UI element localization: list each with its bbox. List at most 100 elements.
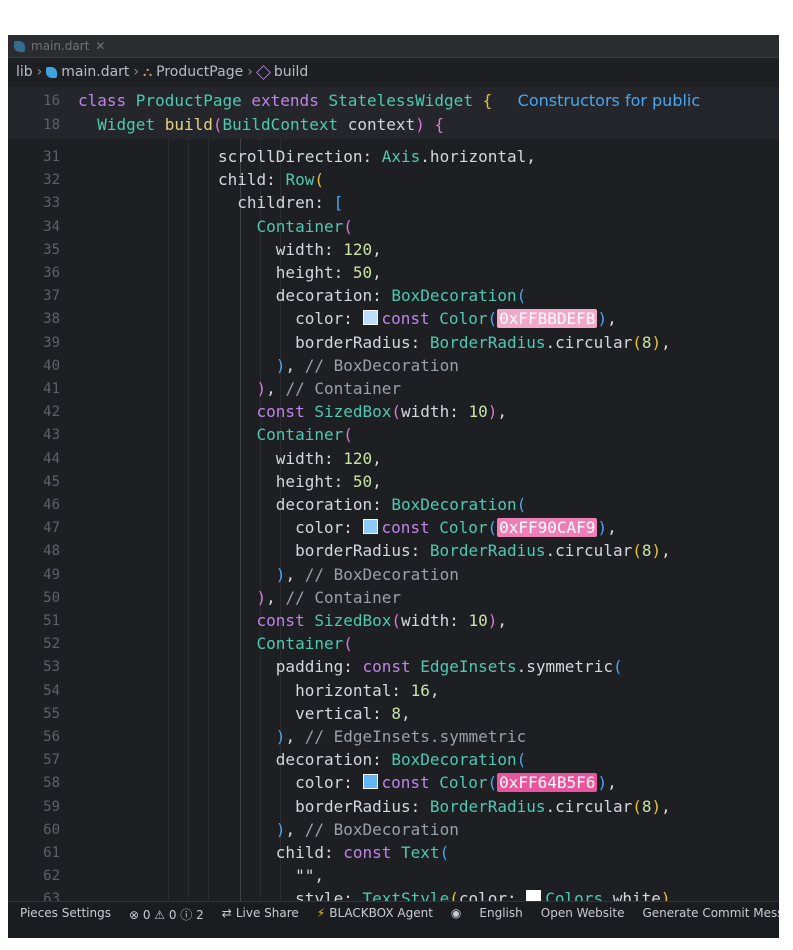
codelens-hint[interactable]: Constructors for public — [492, 91, 701, 110]
code-line[interactable]: 39 borderRadius: BorderRadius.circular(8… — [8, 331, 779, 355]
sticky-scroll-header: 16 class ProductPage extends StatelessWid… — [8, 87, 779, 139]
status-language[interactable]: English — [479, 906, 522, 920]
code-line[interactable]: 51 const SizedBox(width: 10), — [8, 609, 779, 633]
breadcrumb-class[interactable]: ProductPage — [156, 64, 243, 80]
line-number: 47 — [43, 520, 60, 537]
code-token: 120 — [343, 239, 373, 259]
status-generate[interactable]: Generate Commit Message — [642, 906, 779, 920]
code-token: // BoxDecoration — [304, 564, 459, 584]
chevron-right-icon: › — [247, 64, 253, 80]
line-number: 40 — [43, 357, 60, 374]
code-token: extends — [251, 91, 329, 110]
color-swatch[interactable] — [362, 774, 378, 790]
code-token: width: — [218, 239, 344, 259]
breadcrumb-file[interactable]: main.dart — [61, 64, 129, 80]
code-line[interactable]: 53 padding: const EdgeInsets.symmetric( — [8, 655, 779, 679]
color-swatch[interactable] — [362, 519, 378, 535]
line-code: borderRadius: BorderRadius.circular(8), — [218, 795, 671, 819]
code-line[interactable]: 41 ), // Container — [8, 377, 779, 401]
code-line[interactable]: 62 "", — [8, 864, 779, 888]
code-token: Row — [285, 170, 315, 190]
dart-file-icon — [14, 40, 25, 52]
code-line[interactable]: 42 const SizedBox(width: 10), — [8, 400, 779, 424]
code-line[interactable]: 35 width: 120, — [8, 238, 779, 262]
code-token: children: — [218, 193, 334, 213]
code-line[interactable]: 52 Container( — [8, 632, 779, 656]
status-live-share[interactable]: ⇄ Live Share — [222, 906, 299, 920]
code-line[interactable]: 36 height: 50, — [8, 261, 779, 285]
breadcrumb-lib[interactable]: lib — [16, 64, 33, 80]
status-open-website[interactable]: Open Website — [541, 906, 625, 920]
code-token: Color — [439, 309, 488, 329]
code-line[interactable]: 60 ), // BoxDecoration — [8, 818, 779, 842]
line-code: ), // BoxDecoration — [218, 563, 459, 587]
code-token: child: — [218, 843, 344, 862]
code-token: height: — [218, 263, 353, 282]
code-line[interactable]: 56 ), // EdgeInsets.symmetric — [8, 725, 779, 749]
status-eye[interactable]: ◉ — [451, 906, 461, 920]
code-token: , — [372, 263, 382, 282]
code-line[interactable]: 50 ), // Container — [8, 586, 779, 610]
status-problems[interactable]: ⊗ 0 ⚠ 0 ⓘ 2 — [129, 906, 204, 923]
line-code: color: const Color(0xFFBBDEFB), — [218, 307, 617, 331]
code-line[interactable]: 47 color: const Color(0xFF90CAF9), — [8, 516, 779, 540]
line-number: 37 — [43, 288, 60, 305]
code-line[interactable]: 18 Widget build(BuildContext context) { — [8, 113, 779, 137]
code-line[interactable]: 31 scrollDirection: Axis.horizontal, — [8, 145, 779, 169]
line-code: ), // BoxDecoration — [218, 818, 459, 842]
code-line[interactable]: 58 color: const Color(0xFF64B5F6), — [8, 771, 779, 795]
code-editor[interactable]: 16 class ProductPage extends StatelessWid… — [8, 87, 779, 913]
line-number: 52 — [43, 636, 60, 653]
color-swatch[interactable] — [362, 310, 378, 326]
breadcrumb-method[interactable]: build — [274, 64, 308, 80]
line-number: 39 — [43, 334, 60, 351]
code-line[interactable]: 61 child: const Text( — [8, 841, 779, 865]
code-token: ( — [487, 518, 498, 538]
code-line[interactable]: 46 decoration: BoxDecoration( — [8, 493, 779, 517]
code-token: build — [164, 115, 213, 134]
code-line[interactable]: 38 color: const Color(0xFFBBDEFB), — [8, 307, 779, 331]
line-code: color: const Color(0xFF90CAF9), — [218, 516, 617, 540]
code-token: const — [343, 843, 402, 862]
code-token: color: — [218, 518, 363, 538]
code-line[interactable]: 37 decoration: BoxDecoration( — [8, 284, 779, 308]
status-pieces[interactable]: Pieces Settings — [20, 906, 111, 920]
code-line[interactable]: 45 height: 50, — [8, 470, 779, 494]
tab-main-dart[interactable]: main.dart ✕ — [8, 35, 115, 57]
line-code: "", — [218, 864, 324, 888]
code-line[interactable]: 32 child: Row( — [8, 168, 779, 192]
code-token: EdgeInsets — [420, 657, 517, 677]
code-token: ( — [439, 843, 450, 862]
code-line[interactable]: 44 width: 120, — [8, 447, 779, 471]
code-line[interactable]: 43 Container( — [8, 423, 779, 447]
breadcrumb: lib › main.dart › ⛬ ProductPage › build — [16, 64, 308, 80]
line-code: ), // Container — [218, 377, 402, 401]
code-token: class — [78, 91, 136, 110]
close-icon[interactable]: ✕ — [95, 39, 105, 53]
line-code: borderRadius: BorderRadius.circular(8), — [218, 539, 671, 563]
code-line[interactable]: 54 horizontal: 16, — [8, 679, 779, 703]
line-number: 42 — [43, 404, 60, 421]
code-line[interactable]: 57 decoration: BoxDecoration( — [8, 748, 779, 772]
code-token: , — [429, 680, 440, 700]
code-line[interactable]: 40 ), // BoxDecoration — [8, 354, 779, 378]
code-token: ) — [275, 564, 286, 584]
code-line[interactable]: 33 children: [ — [8, 191, 779, 215]
code-token: BorderRadius — [429, 332, 546, 352]
code-token: 8 — [641, 332, 652, 352]
line-number: 31 — [43, 149, 60, 165]
status-blackbox[interactable]: ⚡ BLACKBOX Agent — [317, 906, 433, 920]
code-line[interactable]: 59 borderRadius: BorderRadius.circular(8… — [8, 795, 779, 819]
code-line[interactable]: 34 Container( — [8, 215, 779, 239]
code-line[interactable]: 49 ), // BoxDecoration — [8, 563, 779, 587]
code-token: ( — [516, 750, 527, 770]
code-line[interactable]: 48 borderRadius: BorderRadius.circular(8… — [8, 539, 779, 563]
code-line[interactable]: 55 vertical: 8, — [8, 702, 779, 726]
code-token: StatelessWidget — [328, 91, 483, 110]
code-line[interactable]: 16 class ProductPage extends StatelessWid… — [8, 89, 779, 113]
code-token: decoration: — [218, 750, 392, 770]
